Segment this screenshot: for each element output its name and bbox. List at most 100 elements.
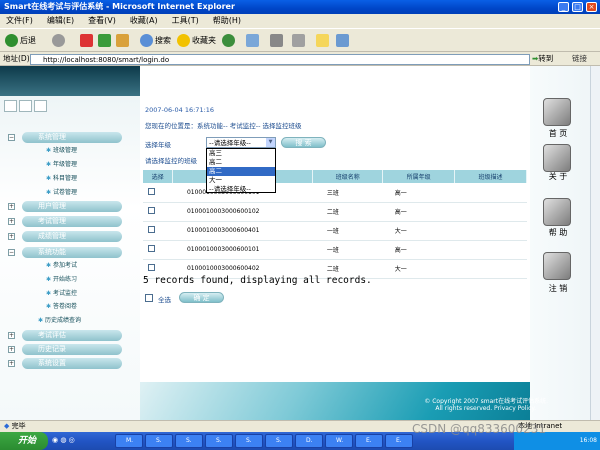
links-button[interactable]: 链接 bbox=[572, 53, 587, 64]
taskbar-item[interactable]: S. bbox=[235, 434, 263, 448]
nav-item-subject[interactable]: 科目管理 bbox=[46, 175, 77, 183]
taskbar-item[interactable]: S. bbox=[145, 434, 173, 448]
taskbar-item[interactable]: E. bbox=[385, 434, 413, 448]
star-icon bbox=[177, 34, 190, 47]
expand-toggle[interactable]: + bbox=[8, 233, 15, 240]
expand-toggle[interactable]: + bbox=[8, 360, 15, 367]
nav-section-6[interactable]: 历史记录 bbox=[22, 344, 122, 355]
nav-item-monitor[interactable]: 考试监控 bbox=[46, 290, 77, 298]
row-checkbox[interactable] bbox=[148, 264, 155, 271]
grade-option[interactable]: 大一 bbox=[207, 176, 275, 185]
class-id: 0100010003000600101 bbox=[172, 240, 313, 260]
address-input[interactable]: http://localhost:8080/smart/login.do bbox=[30, 54, 530, 65]
expand-toggle[interactable]: + bbox=[8, 203, 15, 210]
nav-help[interactable]: 帮 助 bbox=[546, 227, 570, 238]
nav-section-1[interactable]: 用户管理 bbox=[22, 201, 122, 212]
menu-favorites[interactable]: 收藏(A) bbox=[130, 14, 158, 28]
grade-option[interactable]: 高三 bbox=[207, 149, 275, 158]
row-checkbox[interactable] bbox=[148, 226, 155, 233]
select-class-prompt: 请选择监控的班级 bbox=[145, 157, 197, 165]
grade-option[interactable]: 高二 bbox=[207, 158, 275, 167]
forward-button[interactable] bbox=[52, 33, 67, 49]
nav-home[interactable]: 首 页 bbox=[546, 128, 570, 139]
vertical-scrollbar[interactable] bbox=[590, 66, 600, 420]
nav-item-grade[interactable]: 年级管理 bbox=[46, 161, 77, 169]
grade-option-highlighted[interactable]: 高二 bbox=[207, 167, 275, 176]
class-id: 0100010003000600102 bbox=[172, 202, 313, 222]
row-checkbox[interactable] bbox=[148, 207, 155, 214]
folder-icon bbox=[316, 34, 329, 47]
maximize-button[interactable]: □ bbox=[572, 2, 583, 12]
expand-toggle[interactable]: − bbox=[8, 249, 15, 256]
print-button[interactable] bbox=[270, 33, 285, 49]
favorites-button[interactable]: 收藏夹 bbox=[177, 33, 216, 49]
minimize-button[interactable]: _ bbox=[558, 2, 569, 12]
nav-section-2[interactable]: 考试管理 bbox=[22, 216, 122, 227]
start-button[interactable]: 开始 bbox=[0, 432, 48, 450]
sidebar-box bbox=[34, 100, 47, 112]
nav-section-5[interactable]: 考试评估 bbox=[22, 330, 122, 341]
nav-about[interactable]: 关 于 bbox=[546, 171, 570, 182]
box-icon[interactable] bbox=[543, 252, 571, 280]
menu-edit[interactable]: 编辑(E) bbox=[47, 14, 74, 28]
menu-file[interactable]: 文件(F) bbox=[6, 14, 33, 28]
refresh-button[interactable] bbox=[98, 33, 113, 49]
menu-help[interactable]: 帮助(H) bbox=[213, 14, 241, 28]
nav-item-history[interactable]: 历史成绩查询 bbox=[38, 317, 81, 325]
sidebar-box bbox=[4, 100, 17, 112]
class-desc bbox=[454, 259, 527, 279]
nav-section-7[interactable]: 系统设置 bbox=[22, 358, 122, 369]
row-checkbox[interactable] bbox=[148, 187, 155, 195]
sidebar-header bbox=[0, 66, 140, 96]
home-icon bbox=[116, 34, 129, 47]
phone-icon[interactable] bbox=[543, 198, 571, 226]
taskbar-item[interactable]: S. bbox=[265, 434, 293, 448]
home-book-icon[interactable] bbox=[543, 98, 571, 126]
nav-item-class[interactable]: 班级管理 bbox=[46, 147, 77, 155]
expand-toggle[interactable]: − bbox=[8, 134, 15, 141]
taskbar-item[interactable]: E. bbox=[355, 434, 383, 448]
go-button[interactable]: ➡转到 bbox=[532, 53, 553, 64]
search-button[interactable]: 搜索 bbox=[140, 33, 171, 49]
nav-item-paper[interactable]: 试卷管理 bbox=[46, 189, 77, 197]
folder-button[interactable] bbox=[316, 33, 331, 49]
menu-tools[interactable]: 工具(T) bbox=[172, 14, 199, 28]
search-icon bbox=[140, 34, 153, 47]
taskbar-item[interactable]: D. bbox=[295, 434, 323, 448]
taskbar-item[interactable]: S. bbox=[205, 434, 233, 448]
select-all-checkbox[interactable] bbox=[145, 294, 153, 302]
nav-item-take-exam[interactable]: 参加考试 bbox=[46, 262, 77, 270]
nav-section-0[interactable]: 系统管理 bbox=[22, 132, 122, 143]
search-submit-button[interactable]: 搜 索 bbox=[281, 137, 326, 148]
nav-item-grading[interactable]: 答卷阅卷 bbox=[46, 303, 77, 311]
row-checkbox[interactable] bbox=[148, 245, 155, 252]
expand-toggle[interactable]: + bbox=[8, 218, 15, 225]
close-button[interactable]: × bbox=[586, 2, 597, 12]
nav-item-practice[interactable]: 开始练习 bbox=[46, 276, 77, 284]
edit-button[interactable] bbox=[292, 33, 307, 49]
messenger-button[interactable] bbox=[336, 33, 351, 49]
notebook-icon[interactable] bbox=[543, 144, 571, 172]
datetime: 2007-06-04 16:71:16 bbox=[145, 106, 215, 114]
expand-toggle[interactable]: + bbox=[8, 346, 15, 353]
taskbar-item[interactable]: M. bbox=[115, 434, 143, 448]
back-button[interactable]: 后退 bbox=[5, 33, 36, 49]
nav-section-4[interactable]: 系统功能 bbox=[22, 247, 122, 258]
status-text: 完毕 bbox=[11, 422, 26, 430]
grade-select[interactable]: --请选择年级-- ▼ bbox=[206, 137, 276, 148]
messenger-icon bbox=[336, 34, 349, 47]
class-name: 一班 bbox=[312, 240, 383, 260]
home-button[interactable] bbox=[116, 33, 131, 49]
stop-button[interactable] bbox=[80, 33, 95, 49]
confirm-button[interactable]: 确 定 bbox=[179, 292, 224, 303]
quick-launch-icons[interactable]: ◉ ◍ ◎ bbox=[52, 436, 75, 444]
nav-section-3[interactable]: 成绩管理 bbox=[22, 231, 122, 242]
grade-option[interactable]: --请选择年级-- bbox=[207, 185, 275, 194]
menu-view[interactable]: 查看(V) bbox=[88, 14, 116, 28]
history-button[interactable] bbox=[222, 33, 237, 49]
expand-toggle[interactable]: + bbox=[8, 332, 15, 339]
mail-button[interactable] bbox=[246, 33, 261, 49]
taskbar-item[interactable]: S. bbox=[175, 434, 203, 448]
nav-logout[interactable]: 注 销 bbox=[546, 283, 570, 294]
taskbar-item[interactable]: W. bbox=[325, 434, 353, 448]
